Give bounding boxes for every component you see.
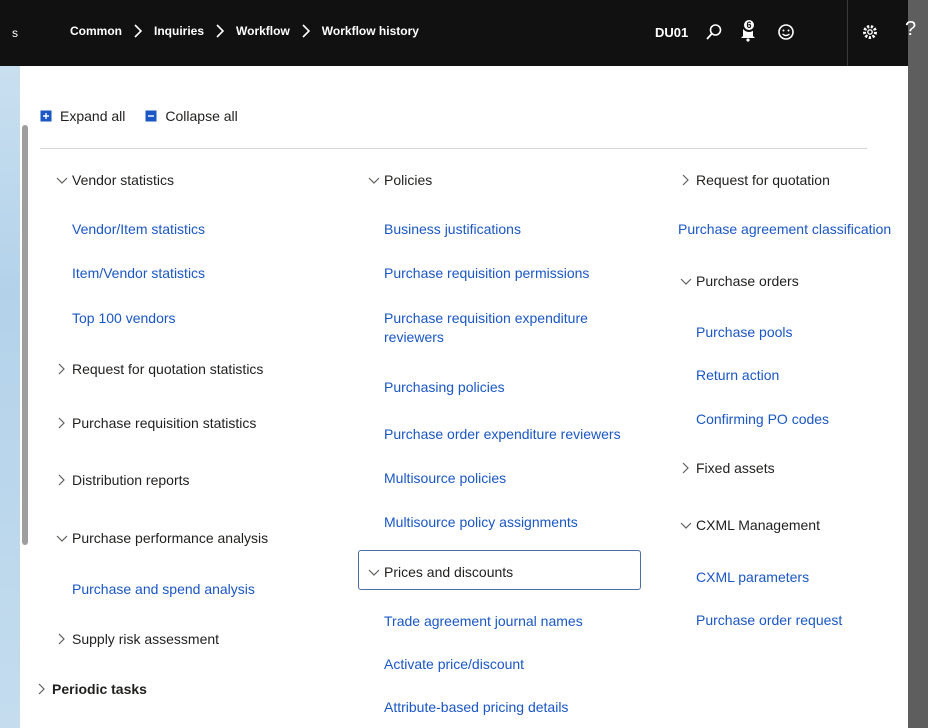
group-vendor-statistics[interactable]: Vendor statistics [56,171,174,190]
link-multisource-policies[interactable]: Multisource policies [384,469,506,488]
breadcrumb-item-workflow-history[interactable]: Workflow history [322,24,419,38]
group-label: Distribution reports [72,472,190,488]
collapse-all-icon [145,110,157,122]
group-cxml-management[interactable]: CXML Management [680,516,820,535]
link-line-2: reviewers [384,329,444,345]
chevron-down-icon [368,171,380,189]
expand-all-button[interactable]: Expand all [40,108,125,124]
chevron-right-icon [680,459,692,477]
link-activate-price-discount[interactable]: Activate price/discount [384,655,524,674]
link-vendor-item-statistics[interactable]: Vendor/Item statistics [72,220,205,239]
notification-count-badge: 6 [742,18,756,32]
breadcrumb-item-common[interactable]: Common [70,24,122,38]
expand-all-icon [40,110,52,122]
group-purchase-requisition-statistics[interactable]: Purchase requisition statistics [58,414,257,433]
link-confirming-po-codes[interactable]: Confirming PO codes [696,410,829,429]
link-business-justifications[interactable]: Business justifications [384,220,521,239]
smiley-icon[interactable] [772,18,800,46]
link-top-100-vendors[interactable]: Top 100 vendors [72,309,176,328]
breadcrumb-item-inquiries[interactable]: Inquiries [154,24,204,38]
link-purchase-order-request[interactable]: Purchase order request [696,611,842,630]
group-label: Policies [384,172,433,188]
group-label: Periodic tasks [52,681,147,697]
chevron-down-icon [680,516,692,534]
group-distribution-reports[interactable]: Distribution reports [58,471,190,490]
link-multisource-policy-assignments[interactable]: Multisource policy assignments [384,513,578,532]
group-supply-risk-assessment[interactable]: Supply risk assessment [58,630,220,649]
chevron-down-icon [56,171,68,189]
link-purchase-and-spend-analysis[interactable]: Purchase and spend analysis [72,580,255,599]
link-purchasing-policies[interactable]: Purchasing policies [384,378,505,397]
chevron-right-icon [680,171,692,189]
link-purchase-pools[interactable]: Purchase pools [696,323,793,342]
chevron-right-icon [56,471,68,489]
search-icon[interactable] [700,18,728,46]
group-request-for-quotation[interactable]: Request for quotation [682,171,830,190]
chevron-right-icon [134,24,142,38]
group-fixed-assets[interactable]: Fixed assets [682,459,775,478]
top-navigation-bar: s Common Inquiries Workflow Workflow his… [0,0,916,66]
group-label: Purchase performance analysis [72,530,269,546]
group-label: Purchase orders [696,273,799,289]
chevron-down-icon [368,563,380,581]
group-prices-and-discounts[interactable]: Prices and discounts [368,563,514,582]
link-purchase-agreement-classification[interactable]: Purchase agreement classification [678,220,891,239]
link-trade-agreement-journal-names[interactable]: Trade agreement journal names [384,612,583,631]
group-periodic-tasks[interactable]: Periodic tasks [38,680,147,699]
breadcrumb-item-workflow[interactable]: Workflow [236,24,290,38]
group-policies[interactable]: Policies [368,171,433,190]
link-line-1: Purchase requisition expenditure [384,310,588,326]
link-item-vendor-statistics[interactable]: Item/Vendor statistics [72,264,205,283]
group-purchase-orders[interactable]: Purchase orders [680,272,799,291]
link-cxml-parameters[interactable]: CXML parameters [696,568,809,587]
chevron-down-icon [680,272,692,290]
group-label: Vendor statistics [72,172,174,188]
link-attribute-based-pricing-details[interactable]: Attribute-based pricing details [384,698,568,717]
collapse-all-button[interactable]: Collapse all [145,108,238,124]
group-label: Request for quotation statistics [72,361,264,377]
divider [40,148,867,149]
left-window-frame [0,0,20,728]
group-label: Prices and discounts [384,564,514,580]
help-icon[interactable]: ? [905,18,916,41]
group-rfq-statistics[interactable]: Request for quotation statistics [58,360,264,379]
chevron-right-icon [36,680,48,698]
chevron-right-icon [302,24,310,38]
group-label: Purchase requisition statistics [72,415,257,431]
toolbar-divider [847,0,848,66]
link-purchase-requisition-permissions[interactable]: Purchase requisition permissions [384,264,589,283]
app-name-fragment[interactable]: s [12,26,18,40]
breadcrumb: Common Inquiries Workflow Workflow histo… [70,24,419,38]
group-label: Supply risk assessment [72,631,220,647]
action-bar: Expand all Collapse all [40,108,258,124]
chevron-down-icon [56,529,68,547]
group-purchase-performance-analysis[interactable]: Purchase performance analysis [56,529,269,548]
link-po-expenditure-reviewers[interactable]: Purchase order expenditure reviewers [384,425,621,444]
chevron-right-icon [56,414,68,432]
vertical-scrollbar[interactable] [22,125,28,545]
chevron-right-icon [56,360,68,378]
group-label: Request for quotation [696,172,830,188]
link-purchase-requisition-expenditure-reviewers[interactable]: Purchase requisition expenditure reviewe… [384,309,588,347]
company-picker[interactable]: DU01 [655,25,688,40]
chevron-right-icon [216,24,225,38]
gear-icon[interactable] [856,18,884,46]
group-label: CXML Management [696,517,820,533]
chevron-right-icon [56,630,68,648]
link-return-action[interactable]: Return action [696,366,779,385]
group-label: Fixed assets [696,460,775,476]
expand-all-label: Expand all [60,108,126,124]
right-window-frame [908,0,928,728]
collapse-all-label: Collapse all [165,108,238,124]
